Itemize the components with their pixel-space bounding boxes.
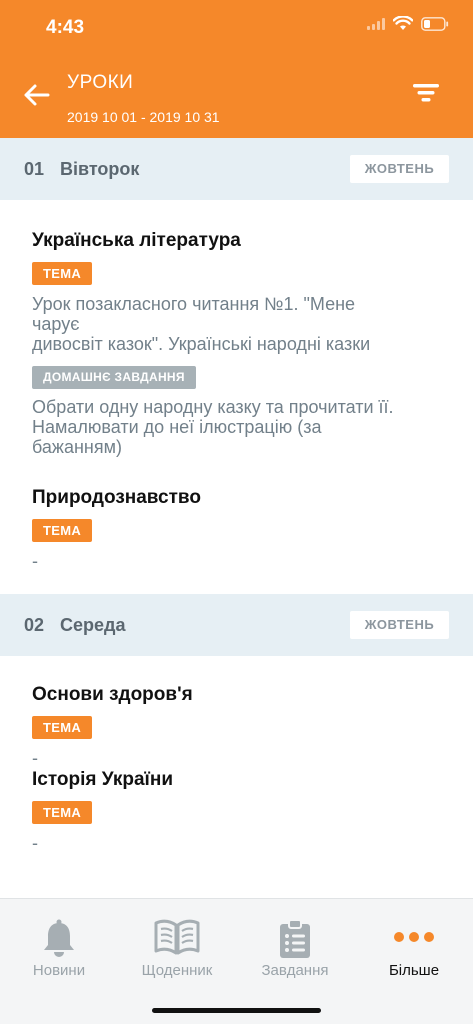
tab-more[interactable]: Більше: [355, 899, 473, 999]
bottom-tab-bar: Новини Щоденник Завдання Більше: [0, 898, 473, 1024]
homework-line: Обрати одну народну казку та прочитати ї…: [32, 397, 394, 417]
tab-label: Щоденник: [141, 962, 213, 979]
day-name: Середа: [60, 615, 126, 635]
day-header: 02 Середа ЖОВТЕНЬ: [0, 594, 473, 656]
topic-line: Урок позакласного читання №1. "Мене: [32, 294, 356, 314]
month-badge: ЖОВТЕНЬ: [350, 155, 449, 183]
filter-button[interactable]: [413, 84, 439, 106]
book-icon: [154, 919, 200, 955]
cellular-signal-icon: [367, 17, 385, 30]
topic-tag: ТЕМА: [32, 716, 93, 739]
topic-tag: ТЕМА: [32, 801, 93, 824]
topic-line: чарує: [32, 314, 80, 334]
topic-line: дивосвіт казок". Українські народні казк…: [32, 334, 371, 354]
status-icons: [367, 16, 449, 31]
lesson-subject: Українська література: [32, 230, 241, 251]
filter-icon: [413, 84, 439, 102]
more-dots-icon: [394, 932, 434, 942]
tab-tasks[interactable]: Завдання: [236, 899, 354, 999]
app-header: 4:43 УРОКИ 2019 10 01 - 2019 10 31: [0, 0, 473, 138]
tab-news[interactable]: Новини: [0, 899, 118, 999]
lesson-item[interactable]: Природознавство ТЕМА -: [0, 457, 473, 594]
bell-icon: [44, 919, 74, 957]
lesson-subject: Основи здоров'я: [32, 684, 193, 705]
back-button[interactable]: [22, 80, 52, 110]
tab-label: Новини: [32, 962, 86, 979]
lessons-list[interactable]: 01 Вівторок ЖОВТЕНЬ Українська літератур…: [0, 138, 473, 898]
date-range: 2019 10 01 - 2019 10 31: [67, 109, 220, 125]
day-header: 01 Вівторок ЖОВТЕНЬ: [0, 138, 473, 200]
wifi-icon: [393, 16, 413, 31]
lesson-topic-text: -: [32, 833, 38, 853]
topic-tag: ТЕМА: [32, 519, 93, 542]
homework-tag: ДОМАШНЄ ЗАВДАННЯ: [32, 366, 196, 389]
day-number: 02: [24, 615, 45, 635]
tab-label: Більше: [388, 962, 440, 979]
clipboard-icon: [280, 919, 310, 958]
lesson-topic-text: -: [32, 551, 38, 571]
day-number: 01: [24, 159, 45, 179]
battery-icon: [421, 16, 449, 31]
homework-line: Намалювати до неї ілюстрацію (за: [32, 417, 322, 437]
month-badge: ЖОВТЕНЬ: [350, 611, 449, 639]
lesson-subject: Історія України: [32, 769, 174, 790]
lesson-item[interactable]: Українська література ТЕМА Урок позаклас…: [0, 200, 473, 457]
lesson-subject: Природознавство: [32, 487, 201, 508]
lesson-item[interactable]: Основи здоров'я ТЕМА -: [0, 656, 473, 769]
day-name: Вівторок: [60, 159, 140, 179]
page-title: УРОКИ: [67, 72, 134, 93]
topic-tag: ТЕМА: [32, 262, 93, 285]
homework-line: бажанням): [32, 437, 122, 457]
lesson-item[interactable]: Історія України ТЕМА -: [0, 769, 473, 853]
arrow-left-icon: [24, 84, 50, 106]
lesson-topic-text: Урок позакласного читання №1. "Мене чару…: [32, 294, 443, 354]
tab-diary[interactable]: Щоденник: [118, 899, 236, 999]
status-time: 4:43: [46, 17, 85, 38]
tab-label: Завдання: [261, 962, 329, 979]
lesson-topic-text: -: [32, 748, 38, 768]
home-indicator[interactable]: [152, 1008, 321, 1013]
homework-text: Обрати одну народну казку та прочитати ї…: [32, 397, 443, 457]
